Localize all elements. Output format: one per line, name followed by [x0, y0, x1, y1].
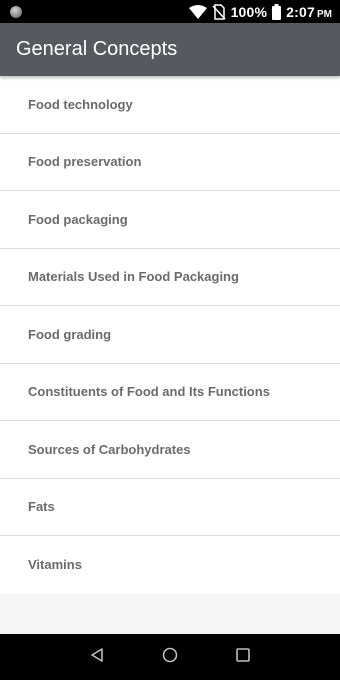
- list-item-label: Food grading: [28, 326, 112, 342]
- list-item-label: Food technology: [28, 96, 133, 112]
- list-item-label: Food packaging: [28, 211, 128, 227]
- clock-time: 2:07: [286, 3, 315, 20]
- list-item-label: Constituents of Food and Its Functions: [28, 384, 270, 400]
- home-icon: [162, 647, 178, 668]
- status-icons: 100% 2:07 PM: [188, 3, 332, 20]
- list-item[interactable]: Food grading: [0, 306, 340, 364]
- topic-list: Food technology Food preservation Food p…: [0, 76, 340, 594]
- list-item-label: Materials Used in Food Packaging: [28, 269, 239, 285]
- list-item[interactable]: Food packaging: [0, 191, 340, 249]
- list-item-label: Food preservation: [28, 154, 142, 170]
- app-bar: General Concepts: [0, 23, 340, 76]
- clock: 2:07 PM: [286, 4, 332, 20]
- recents-button[interactable]: [223, 637, 263, 677]
- back-button[interactable]: [77, 637, 117, 677]
- wifi-icon: [188, 4, 207, 19]
- list-item-label: Fats: [28, 499, 55, 515]
- home-button[interactable]: [150, 637, 190, 677]
- list-item[interactable]: Constituents of Food and Its Functions: [0, 364, 340, 421]
- navigation-bar: [0, 634, 340, 680]
- status-bar: 100% 2:07 PM: [0, 0, 340, 23]
- back-icon: [89, 647, 105, 668]
- page-title: General Concepts: [16, 38, 178, 60]
- list-item[interactable]: Sources of Carbohydrates: [0, 421, 340, 479]
- notification-dot-icon: [10, 5, 22, 18]
- battery-icon: [272, 3, 282, 20]
- list-item[interactable]: Food technology: [0, 76, 340, 134]
- list-item-label: Sources of Carbohydrates: [28, 441, 191, 457]
- battery-percent: 100%: [230, 3, 268, 20]
- list-item-label: Vitamins: [28, 557, 82, 573]
- list-item[interactable]: Fats: [0, 479, 340, 536]
- clock-ampm: PM: [317, 8, 332, 20]
- list-item[interactable]: Materials Used in Food Packaging: [0, 249, 340, 306]
- no-sim-icon: [211, 3, 226, 20]
- list-item[interactable]: Food preservation: [0, 134, 340, 191]
- recents-icon: [236, 647, 251, 667]
- list-item[interactable]: Vitamins: [0, 536, 340, 594]
